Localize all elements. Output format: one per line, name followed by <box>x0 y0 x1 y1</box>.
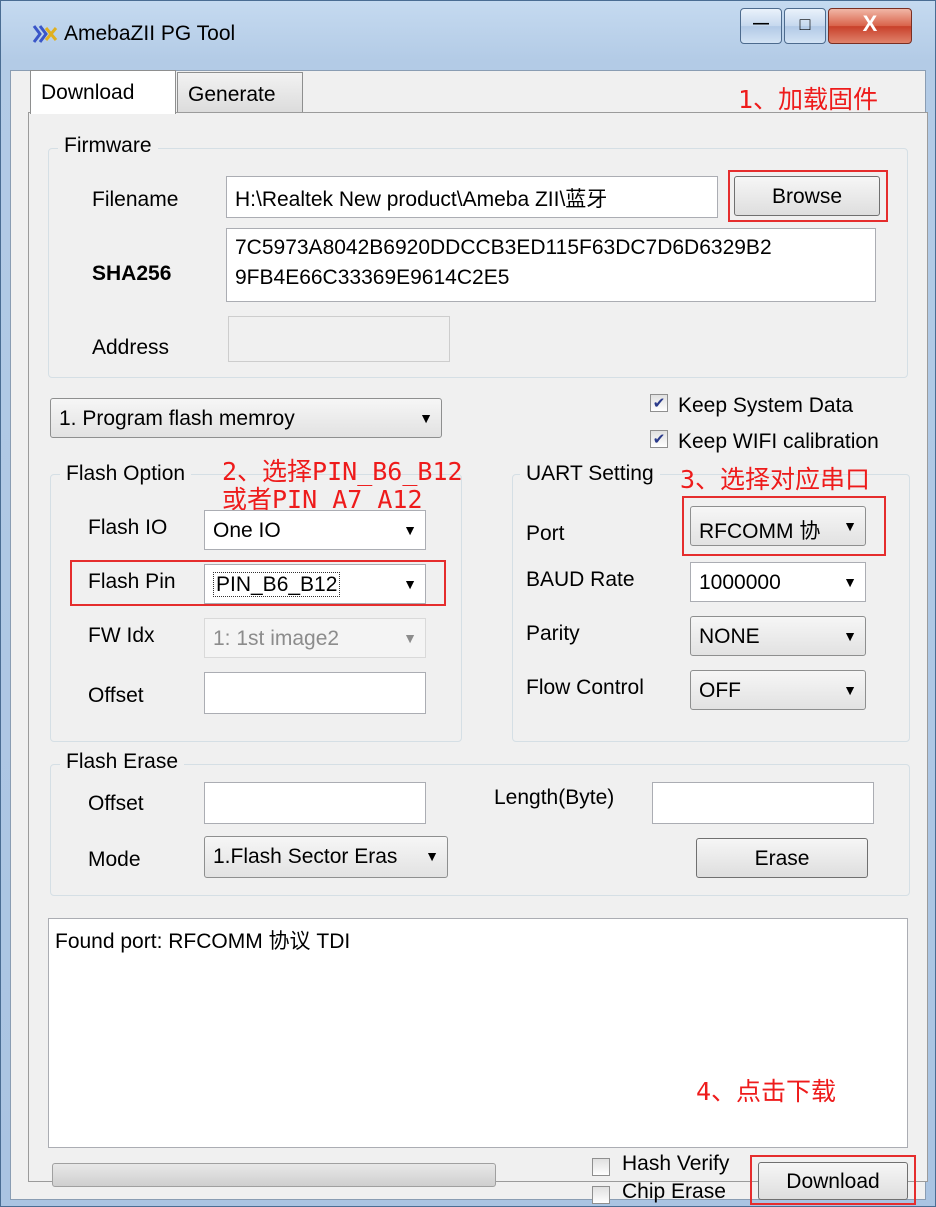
baud-rate-value: 1000000 <box>699 571 781 594</box>
chip-erase-label: Chip Erase <box>622 1180 726 1203</box>
keep-wifi-calibration-checkbox[interactable]: ✔ <box>650 430 668 448</box>
sha256-value-line2: 9FB4E66C33369E9614C2E5 <box>235 266 510 289</box>
tab-download[interactable]: Download <box>30 70 176 114</box>
chevron-down-icon: ▼ <box>843 682 857 698</box>
flash-erase-label: Flash Erase <box>60 750 185 774</box>
tab-download-label: Download <box>41 81 135 104</box>
chevron-down-icon: ▼ <box>843 628 857 644</box>
hash-verify-label: Hash Verify <box>622 1152 730 1175</box>
close-icon: X <box>862 11 878 36</box>
sha256-field: 7C5973A8042B6920DDCCB3ED115F63DC7D6D6329… <box>226 228 876 302</box>
minimize-button[interactable]: — <box>740 8 782 44</box>
tab-generate-label: Generate <box>188 83 276 106</box>
flash-pin-label: Flash Pin <box>88 570 176 593</box>
download-button[interactable]: Download <box>758 1162 908 1200</box>
fw-idx-value: 1: 1st image2 <box>213 627 340 650</box>
chevron-down-icon: ▼ <box>403 576 417 592</box>
keep-wifi-calibration-label: Keep WIFI calibration <box>678 430 879 453</box>
erase-mode-select[interactable]: 1.Flash Sector Eras ▼ <box>204 836 448 878</box>
erase-mode-label: Mode <box>88 848 141 871</box>
flow-control-value: OFF <box>699 679 741 702</box>
flash-pin-select[interactable]: PIN_B6_B12 ▼ <box>204 564 426 604</box>
annotation-step3: 3、选择对应串口 <box>680 465 871 494</box>
flash-io-value: One IO <box>213 519 281 542</box>
maximize-button[interactable]: □ <box>784 8 826 44</box>
chevron-down-icon: ▼ <box>403 522 417 538</box>
port-select[interactable]: RFCOMM 协 ▼ <box>690 506 866 546</box>
hash-verify-checkbox[interactable] <box>592 1158 610 1176</box>
chip-erase-checkbox[interactable] <box>592 1186 610 1204</box>
parity-select[interactable]: NONE ▼ <box>690 616 866 656</box>
close-button[interactable]: X <box>828 8 912 44</box>
sha256-label: SHA256 <box>92 262 172 285</box>
length-input[interactable] <box>652 782 874 824</box>
length-label: Length(Byte) <box>494 786 615 809</box>
address-label: Address <box>92 336 170 359</box>
keep-system-data-label: Keep System Data <box>678 394 854 417</box>
erase-offset-label: Offset <box>88 792 144 815</box>
flow-control-label: Flow Control <box>526 676 644 699</box>
fw-idx-label: FW Idx <box>88 624 155 647</box>
filename-label: Filename <box>92 188 179 211</box>
parity-value: NONE <box>699 625 760 648</box>
flash-option-label: Flash Option <box>60 462 192 486</box>
flash-offset-label: Offset <box>88 684 144 707</box>
app-logo-icon <box>32 25 58 43</box>
chevron-down-icon: ▼ <box>419 410 433 426</box>
chevron-down-icon: ▼ <box>403 630 417 646</box>
chevron-down-icon: ▼ <box>425 848 439 864</box>
progress-bar <box>52 1163 496 1187</box>
flash-pin-value: PIN_B6_B12 <box>213 572 341 597</box>
minimize-icon: — <box>753 15 769 32</box>
tab-generate[interactable]: Generate <box>177 72 303 112</box>
erase-button[interactable]: Erase <box>696 838 868 878</box>
firmware-group-label: Firmware <box>58 134 158 158</box>
chevron-down-icon: ▼ <box>843 518 857 534</box>
maximize-icon: □ <box>799 14 811 34</box>
baud-rate-select[interactable]: 1000000 ▼ <box>690 562 866 602</box>
baud-rate-label: BAUD Rate <box>526 568 635 591</box>
erase-mode-value: 1.Flash Sector Eras <box>213 845 398 868</box>
keep-system-data-checkbox[interactable]: ✔ <box>650 394 668 412</box>
annotation-step1: 1、加载固件 <box>738 85 879 114</box>
flash-offset-input[interactable] <box>204 672 426 714</box>
port-value: RFCOMM 协 <box>699 520 821 543</box>
flow-control-select[interactable]: OFF ▼ <box>690 670 866 710</box>
chevron-down-icon: ▼ <box>843 574 857 590</box>
address-input <box>228 316 450 362</box>
log-output[interactable]: Found port: RFCOMM 协议 TDI <box>48 918 908 1148</box>
uart-setting-label: UART Setting <box>520 462 660 486</box>
filename-input[interactable]: H:\Realtek New product\Ameba ZII\蓝牙 <box>226 176 718 218</box>
erase-offset-input[interactable] <box>204 782 426 824</box>
program-mode-value: 1. Program flash memroy <box>59 407 295 430</box>
window-title: AmebaZII PG Tool <box>64 22 236 45</box>
browse-button[interactable]: Browse <box>734 176 880 216</box>
sha256-value-line1: 7C5973A8042B6920DDCCB3ED115F63DC7D6D6329… <box>235 236 772 259</box>
fw-idx-select: 1: 1st image2 ▼ <box>204 618 426 658</box>
annotation-step4: 4、点击下载 <box>696 1077 837 1106</box>
flash-io-label: Flash IO <box>88 516 168 539</box>
program-mode-select[interactable]: 1. Program flash memroy ▼ <box>50 398 442 438</box>
parity-label: Parity <box>526 622 580 645</box>
port-label: Port <box>526 522 565 545</box>
flash-io-select[interactable]: One IO ▼ <box>204 510 426 550</box>
log-text: Found port: RFCOMM 协议 TDI <box>55 930 351 953</box>
